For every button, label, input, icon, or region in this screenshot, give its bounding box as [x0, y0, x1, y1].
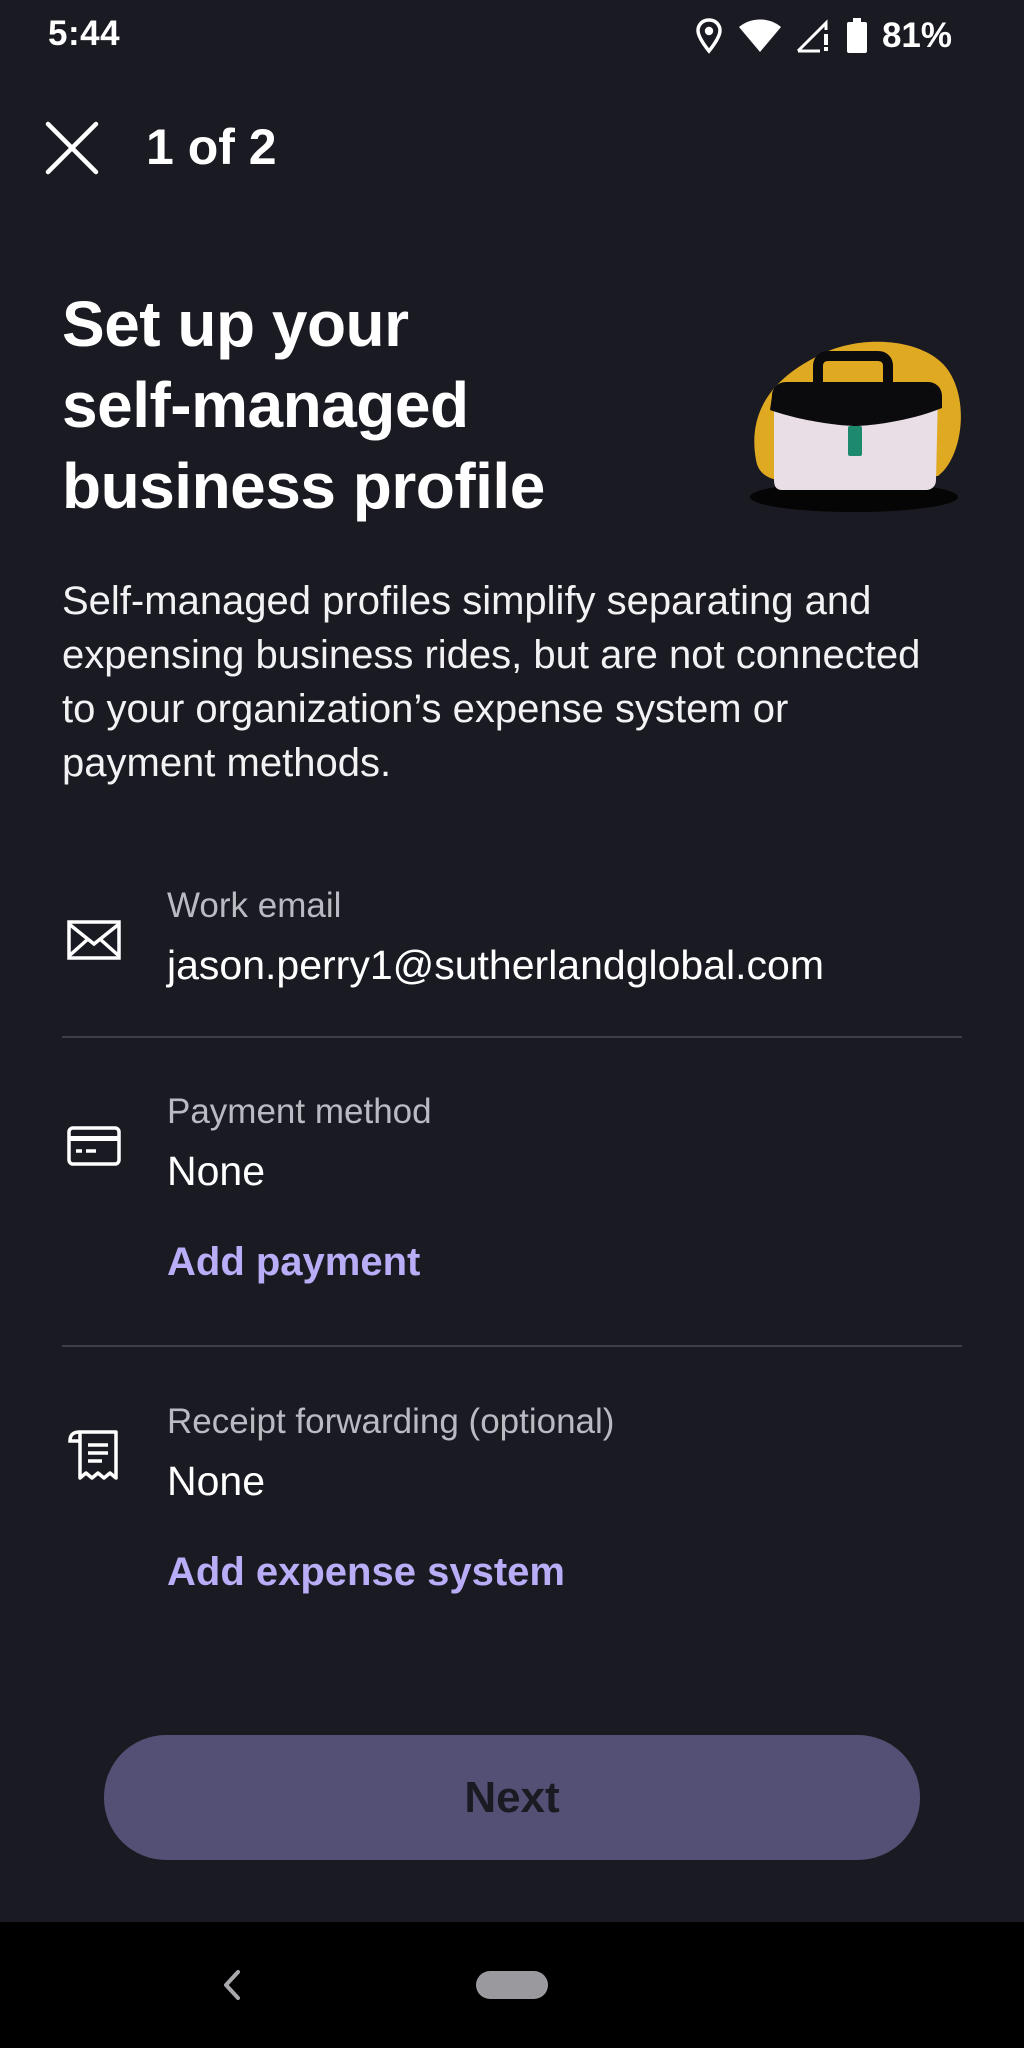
status-icons: 81%	[694, 14, 952, 58]
receipt-forwarding-label: Receipt forwarding (optional)	[167, 1402, 615, 1441]
status-time: 5:44	[48, 14, 121, 53]
location-icon	[696, 18, 722, 54]
cell-signal-icon	[796, 19, 828, 53]
briefcase-illustration	[748, 330, 966, 516]
battery-percentage: 81%	[881, 16, 952, 55]
work-email-row: Work email jason.perry1@sutherlandglobal…	[0, 880, 1024, 1040]
page-title-line-2: self-managed	[62, 369, 469, 441]
close-button[interactable]	[40, 116, 104, 180]
battery-icon	[846, 18, 867, 53]
system-nav-bar	[0, 1922, 1024, 2048]
home-pill-icon[interactable]	[476, 1971, 548, 1999]
mail-icon	[67, 920, 121, 960]
description-text: Self-managed profiles simplify separatin…	[62, 579, 921, 785]
status-bar: 5:44 81%	[0, 0, 1024, 72]
next-button[interactable]: Next	[104, 1735, 920, 1860]
add-payment-link[interactable]: Add payment	[167, 1240, 420, 1285]
payment-method-row: Payment method None Add payment	[0, 1086, 1024, 1336]
credit-card-icon	[67, 1126, 121, 1166]
receipt-forwarding-row: Receipt forwarding (optional) None Add e…	[0, 1396, 1024, 1636]
receipt-forwarding-value: None	[167, 1458, 266, 1504]
briefcase-icon	[750, 341, 961, 512]
divider	[62, 1036, 962, 1038]
payment-method-label: Payment method	[167, 1092, 432, 1131]
page-title: Set up your self-managed business profil…	[62, 284, 662, 527]
step-indicator: 1 of 2	[146, 119, 277, 175]
page-title-line-3: business profile	[62, 450, 545, 522]
receipt-icon	[68, 1430, 118, 1480]
top-bar: 1 of 2	[0, 108, 1024, 184]
close-icon	[45, 121, 99, 175]
back-chevron-icon[interactable]	[210, 1960, 254, 2010]
page-title-line-1: Set up your	[62, 288, 409, 360]
work-email-value: jason.perry1@sutherlandglobal.com	[167, 942, 824, 988]
payment-method-value: None	[167, 1148, 266, 1194]
work-email-label: Work email	[167, 886, 342, 925]
wifi-icon	[738, 19, 781, 52]
divider	[62, 1345, 962, 1347]
add-expense-system-link[interactable]: Add expense system	[167, 1550, 565, 1595]
